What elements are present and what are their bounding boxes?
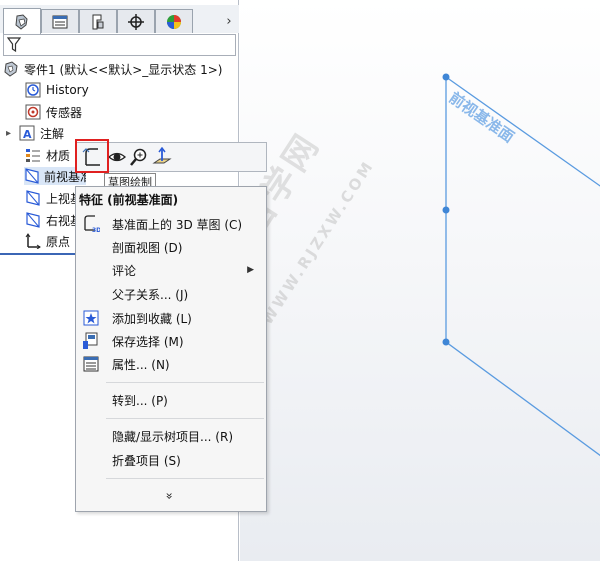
- menu-item-label: 属性... (N): [112, 357, 170, 372]
- tree-item-label: 传感器: [46, 105, 83, 120]
- highlight-annotation-box: [75, 139, 109, 173]
- tree-item-top-plane[interactable]: 上视基: [24, 189, 82, 207]
- tab-scroll-right-icon[interactable]: ›: [222, 11, 236, 31]
- part-icon: [2, 60, 20, 78]
- appearance-icon: [167, 14, 181, 29]
- history-icon: [24, 81, 42, 99]
- svg-text:3D: 3D: [92, 227, 100, 233]
- menu-item-label: 折叠项目 (S): [112, 453, 181, 468]
- configuration-manager-icon: [92, 14, 104, 29]
- tab-configuration-manager[interactable]: [79, 9, 117, 33]
- menu-item-label: 隐藏/显示树项目... (R): [112, 429, 234, 444]
- save-selection-icon: [82, 332, 100, 350]
- tree-item-label: 注解: [40, 126, 65, 141]
- menu-item-label: 添加到收藏 (L): [112, 311, 192, 326]
- material-icon: [24, 146, 42, 164]
- svg-text:A: A: [23, 128, 32, 141]
- expand-arrow-icon[interactable]: ▸: [6, 128, 18, 139]
- annotation-icon: A: [18, 124, 36, 142]
- tree-item-history[interactable]: History: [24, 81, 89, 99]
- tab-display-manager[interactable]: [155, 9, 193, 33]
- tree-item-label: History: [46, 83, 89, 97]
- properties-icon: [82, 355, 100, 373]
- tree-item-annotations[interactable]: ▸ A 注解: [6, 124, 64, 142]
- show-hide-button[interactable]: [106, 146, 128, 168]
- tree-item-sensors[interactable]: 传感器: [24, 103, 82, 121]
- menu-item-3d-sketch-on-plane[interactable]: 3D 基准面上的 3D 草图 (C): [76, 214, 266, 234]
- panel-tab-bar: ›: [0, 5, 239, 34]
- menu-item-properties[interactable]: 属性... (N): [76, 354, 266, 374]
- normal-to-icon: [152, 147, 172, 164]
- sensor-icon: [24, 103, 42, 121]
- menu-separator: [106, 478, 264, 479]
- feature-manager-icon: [15, 13, 28, 30]
- menu-item-parent-child[interactable]: 父子关系... (J): [76, 284, 266, 304]
- tree-item-origin[interactable]: 原点: [24, 232, 70, 250]
- submenu-arrow-icon: ▶: [247, 265, 254, 275]
- menu-item-label: 评论: [112, 263, 137, 278]
- plane-icon: [24, 167, 40, 185]
- plane-handle-bottom[interactable]: [442, 338, 450, 346]
- tab-property-manager[interactable]: [41, 9, 79, 33]
- menu-item-collapse-items[interactable]: 折叠项目 (S): [76, 450, 266, 470]
- tree-root-label: 零件1 (默认<<默认>_显示状态 1>): [24, 62, 223, 77]
- menu-title: 特征 (前视基准面): [79, 193, 179, 207]
- menu-separator: [106, 418, 264, 419]
- expand-menu-icon[interactable]: »: [163, 489, 177, 503]
- normal-to-button[interactable]: [128, 146, 150, 168]
- menu-item-label: 转到... (P): [112, 393, 168, 408]
- menu-item-add-to-favorites[interactable]: 添加到收藏 (L): [76, 308, 266, 328]
- property-manager-icon: [52, 15, 68, 28]
- menu-item-comment[interactable]: 评论 ▶: [76, 260, 266, 280]
- tree-item-right-plane[interactable]: 右视基: [24, 211, 82, 229]
- menu-item-section-view[interactable]: 剖面视图 (D): [76, 237, 266, 257]
- plane-icon: [24, 211, 42, 229]
- plane-icon: [24, 189, 42, 207]
- context-menu: 特征 (前视基准面) 3D 基准面上的 3D 草图 (C) 剖面视图 (D) 评…: [75, 186, 267, 512]
- favorites-icon: [82, 309, 100, 327]
- menu-item-label: 保存选择 (M): [112, 334, 184, 349]
- filter-icon: [7, 37, 21, 53]
- menu-item-label: 基准面上的 3D 草图 (C): [112, 217, 243, 232]
- 3d-sketch-icon: 3D: [82, 215, 100, 233]
- plane-handle-top[interactable]: [442, 73, 450, 81]
- tab-dimxpert-manager[interactable]: [117, 9, 155, 33]
- chevron-down-icon: »: [162, 492, 177, 500]
- tree-filter-input[interactable]: [3, 34, 236, 56]
- menu-separator: [106, 382, 264, 383]
- tree-item-material[interactable]: 材质: [24, 146, 70, 164]
- origin-icon: [24, 232, 42, 250]
- crosshair-icon: [128, 13, 144, 30]
- zoom-icon: [130, 148, 147, 166]
- normal-view-button[interactable]: [151, 146, 173, 168]
- menu-item-label: 剖面视图 (D): [112, 240, 183, 255]
- eye-icon: [108, 152, 126, 162]
- plane-handle-middle[interactable]: [442, 206, 450, 214]
- plane-label: 前视基准面: [446, 89, 518, 147]
- menu-item-go-to[interactable]: 转到... (P): [76, 390, 266, 410]
- menu-item-hide-show-tree-items[interactable]: 隐藏/显示树项目... (R): [76, 426, 266, 446]
- tree-item-label: 材质: [46, 148, 71, 163]
- tree-root-part[interactable]: 零件1 (默认<<默认>_显示状态 1>): [2, 60, 222, 78]
- tree-item-label: 原点: [46, 234, 71, 249]
- menu-item-save-selection[interactable]: 保存选择 (M): [76, 331, 266, 351]
- menu-item-label: 父子关系... (J): [112, 287, 189, 302]
- tab-feature-manager[interactable]: [3, 8, 41, 34]
